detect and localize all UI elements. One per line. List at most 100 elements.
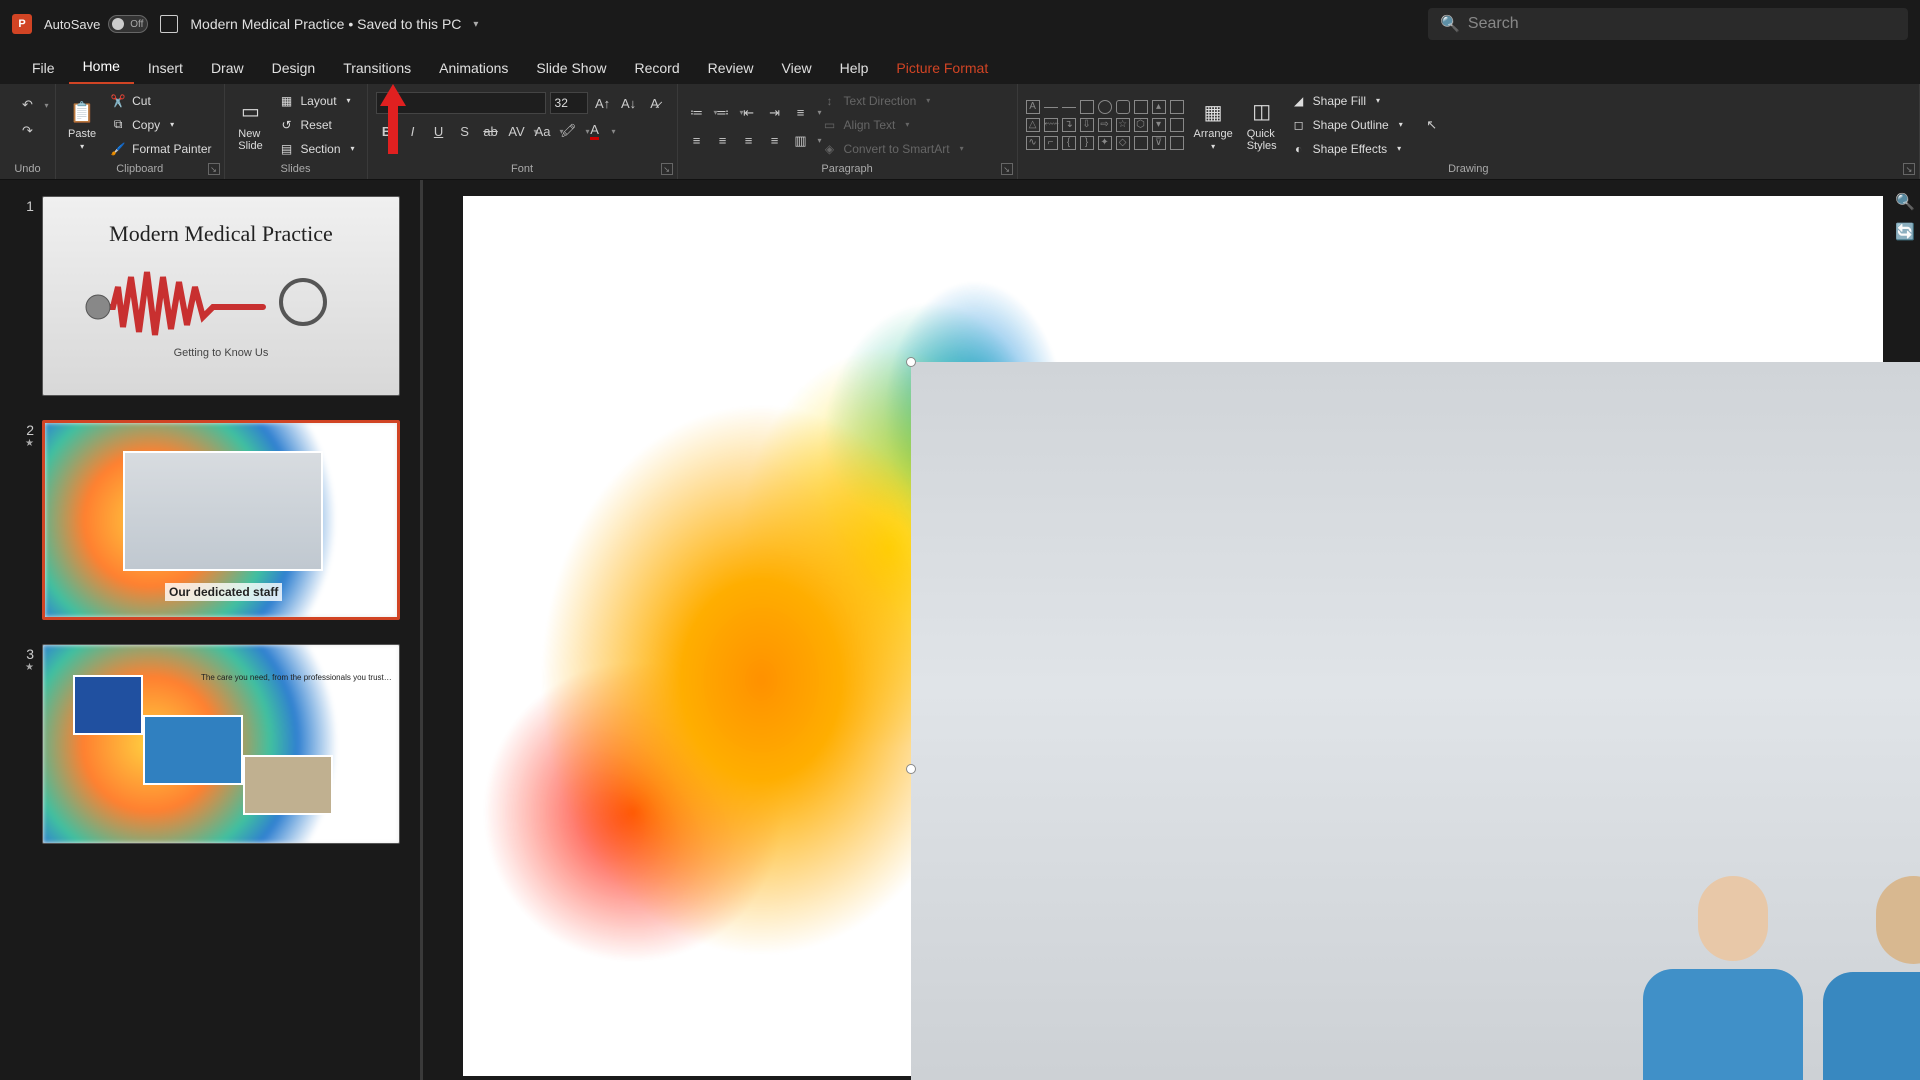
selected-picture[interactable] bbox=[911, 362, 1920, 1080]
shape-effects-button[interactable]: ◐Shape Effects▾ bbox=[1287, 138, 1407, 160]
tab-file[interactable]: File bbox=[18, 52, 69, 84]
shape-arrow2-icon[interactable]: ↴ bbox=[1062, 118, 1076, 132]
shape-line-icon[interactable] bbox=[1044, 107, 1058, 108]
selection-handle-tl[interactable] bbox=[906, 357, 916, 367]
copy-button[interactable]: ⧉Copy▾ bbox=[106, 114, 215, 136]
shape-arrow-icon[interactable]: ⬳ bbox=[1044, 118, 1058, 132]
paragraph-dialog-launcher[interactable]: ↘ bbox=[1001, 163, 1013, 175]
quick-styles-button[interactable]: ◫ Quick Styles bbox=[1243, 94, 1281, 156]
find-icon[interactable]: 🔍 bbox=[1895, 192, 1915, 212]
font-size-input[interactable] bbox=[550, 92, 588, 114]
decrease-font-button[interactable]: A↓ bbox=[618, 92, 640, 114]
shape-star-icon[interactable]: ☆ bbox=[1116, 118, 1130, 132]
autosave-control[interactable]: AutoSave Off bbox=[44, 15, 148, 33]
shape-more-icon[interactable]: ⊽ bbox=[1152, 136, 1166, 150]
convert-smartart-button[interactable]: ◈Convert to SmartArt▾ bbox=[818, 138, 968, 160]
font-dialog-launcher[interactable]: ↘ bbox=[661, 163, 673, 175]
shape-arrow4-icon[interactable]: ⇨ bbox=[1098, 118, 1112, 132]
shape-fill-button[interactable]: ◢Shape Fill▾ bbox=[1287, 90, 1407, 112]
bullets-button[interactable]: ≔▾ bbox=[686, 102, 708, 124]
columns-button[interactable]: ▥▾ bbox=[790, 130, 812, 152]
tab-help[interactable]: Help bbox=[826, 52, 883, 84]
tab-home[interactable]: Home bbox=[69, 50, 134, 84]
save-icon[interactable] bbox=[160, 15, 178, 33]
increase-font-button[interactable]: A↑ bbox=[592, 92, 614, 114]
shape-oval-icon[interactable] bbox=[1098, 100, 1112, 114]
shape-arrow3-icon[interactable]: ⇩ bbox=[1080, 118, 1094, 132]
select-button[interactable]: ↖ bbox=[1421, 114, 1443, 136]
paste-button[interactable]: 📋 Paste ▾ bbox=[64, 94, 100, 155]
font-color-button[interactable]: A▾ bbox=[584, 120, 606, 142]
text-direction-button[interactable]: ↕Text Direction▾ bbox=[818, 90, 968, 112]
shape-callout-icon[interactable]: ◇ bbox=[1116, 136, 1130, 150]
tab-design[interactable]: Design bbox=[258, 52, 330, 84]
autosave-toggle[interactable]: Off bbox=[108, 15, 148, 33]
undo-button[interactable]: ↶▾ bbox=[17, 94, 39, 116]
shape-scroll-up-icon[interactable]: ▴ bbox=[1152, 100, 1166, 114]
tab-draw[interactable]: Draw bbox=[197, 52, 258, 84]
shape-outline-button[interactable]: ◻Shape Outline▾ bbox=[1287, 114, 1407, 136]
new-slide-button[interactable]: ▭ New Slide bbox=[233, 94, 269, 156]
shape-conn-icon[interactable]: ⌐ bbox=[1044, 136, 1058, 150]
char-spacing-button[interactable]: AV▾ bbox=[506, 120, 528, 142]
slide-thumbnail-2[interactable]: Our dedicated staff bbox=[42, 420, 400, 620]
section-button[interactable]: ▤Section▾ bbox=[275, 138, 359, 160]
strikethrough-button[interactable]: ab bbox=[480, 120, 502, 142]
tab-view[interactable]: View bbox=[768, 52, 826, 84]
numbering-button[interactable]: ≕▾ bbox=[712, 102, 734, 124]
shape-brace-r-icon[interactable]: } bbox=[1080, 136, 1094, 150]
align-center-button[interactable]: ≡ bbox=[712, 130, 734, 152]
tab-record[interactable]: Record bbox=[620, 52, 693, 84]
shape-roundrect-icon[interactable] bbox=[1116, 100, 1130, 114]
shape-tri-icon[interactable]: △ bbox=[1026, 118, 1040, 132]
cut-button[interactable]: ✂️Cut bbox=[106, 90, 215, 112]
search-box[interactable]: 🔍 Search bbox=[1428, 8, 1908, 40]
change-case-button[interactable]: Aa▾ bbox=[532, 120, 554, 142]
drawing-dialog-launcher[interactable]: ↘ bbox=[1903, 163, 1915, 175]
tab-picture-format[interactable]: Picture Format bbox=[882, 52, 1002, 84]
reset-button[interactable]: ↺Reset bbox=[275, 114, 359, 136]
slide-canvas-area[interactable] bbox=[423, 180, 1920, 1080]
tab-slideshow[interactable]: Slide Show bbox=[522, 52, 620, 84]
clear-formatting-button[interactable]: A̷ bbox=[644, 92, 666, 114]
align-left-button[interactable]: ≡ bbox=[686, 130, 708, 152]
slide-canvas[interactable] bbox=[463, 196, 1883, 1076]
decrease-indent-button[interactable]: ⇤ bbox=[738, 102, 760, 124]
layout-button[interactable]: ▦Layout▾ bbox=[275, 90, 359, 112]
slide-thumbnail-1[interactable]: Modern Medical Practice Getting to Know … bbox=[42, 196, 400, 396]
tab-animations[interactable]: Animations bbox=[425, 52, 522, 84]
increase-indent-button[interactable]: ⇥ bbox=[764, 102, 786, 124]
underline-button[interactable]: U bbox=[428, 120, 450, 142]
slide-thumbnail-3[interactable]: The care you need, from the professional… bbox=[42, 644, 400, 844]
format-painter-button[interactable]: 🖌️Format Painter bbox=[106, 138, 215, 160]
shape-textbox-icon[interactable]: A bbox=[1026, 100, 1040, 114]
align-text-button[interactable]: ▭Align Text▾ bbox=[818, 114, 968, 136]
thumb-row-3: 3 ★ The care you need, from the professi… bbox=[20, 644, 400, 844]
thumbnail-panel[interactable]: 1 Modern Medical Practice Getting to Kno… bbox=[0, 180, 420, 1080]
highlight-button[interactable]: 🖍▾ bbox=[558, 120, 580, 142]
shape-curve-icon[interactable]: ∿ bbox=[1026, 136, 1040, 150]
clipboard-dialog-launcher[interactable]: ↘ bbox=[208, 163, 220, 175]
group-font: A↑ A↓ A̷ B I U S ab AV▾ Aa▾ 🖍▾ A▾ Font ↘ bbox=[368, 84, 678, 179]
document-title[interactable]: Modern Medical Practice • Saved to this … bbox=[190, 16, 461, 32]
selection-handle-ml[interactable] bbox=[906, 764, 916, 774]
shape-rect-icon[interactable] bbox=[1080, 100, 1094, 114]
chevron-down-icon[interactable]: ▾ bbox=[473, 19, 478, 30]
shape-star2-icon[interactable]: ✦ bbox=[1098, 136, 1112, 150]
shape-scroll-down-icon[interactable]: ▾ bbox=[1152, 118, 1166, 132]
replace-icon[interactable]: 🔄 bbox=[1895, 222, 1915, 242]
shapes-gallery[interactable]: A ▴ △ ⬳ ↴ ⇩ ⇨ ☆ ⬡ ▾ ∿ ⌐ {} ✦ ◇ ⊽ bbox=[1026, 100, 1184, 150]
tab-insert[interactable]: Insert bbox=[134, 52, 197, 84]
justify-button[interactable]: ≡ bbox=[764, 130, 786, 152]
redo-button[interactable]: ↷ bbox=[17, 120, 39, 142]
shape-more1-icon[interactable] bbox=[1134, 100, 1148, 114]
tab-transitions[interactable]: Transitions bbox=[329, 52, 425, 84]
shape-line2-icon[interactable] bbox=[1062, 107, 1076, 108]
shape-hex-icon[interactable]: ⬡ bbox=[1134, 118, 1148, 132]
tab-review[interactable]: Review bbox=[694, 52, 768, 84]
align-right-button[interactable]: ≡ bbox=[738, 130, 760, 152]
shape-brace-l-icon[interactable]: { bbox=[1062, 136, 1076, 150]
shadow-button[interactable]: S bbox=[454, 120, 476, 142]
line-spacing-button[interactable]: ≡▾ bbox=[790, 102, 812, 124]
arrange-button[interactable]: ▦ Arrange ▾ bbox=[1190, 94, 1237, 155]
